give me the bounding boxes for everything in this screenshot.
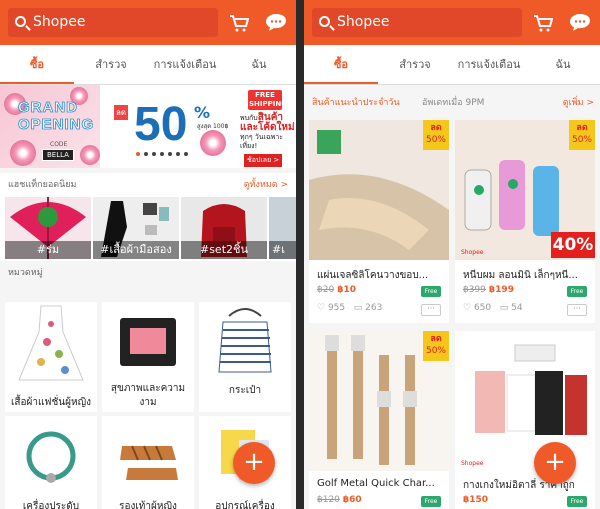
sale-tag: ลด [114,105,129,120]
tab-notifications[interactable]: การแจ้งเตือน [452,45,526,84]
more-options-button[interactable]: ··· [421,304,441,316]
search-icon [319,16,330,27]
product-image: ลด 50% 40% Shopee [455,120,595,260]
tab-explore[interactable]: สำรวจ [378,45,452,84]
shop-label: Shopee [461,460,484,467]
hashtag-card[interactable]: #ร่ม [5,197,91,259]
more-options-button[interactable]: ··· [567,304,587,316]
trending-title: แฮชแท็กยอดนิยม [8,180,77,190]
brand-label: BELLA [42,149,74,161]
tab-me[interactable]: ฉัน [526,45,600,84]
free-shipping-icon: Free [567,496,587,507]
shop-label: Shopee [461,249,484,256]
banner-text: พบกับสินค้า และโค้ดใหม่ ทุกๆ วันเฉพาะเที่ย… [240,112,295,151]
home-screen: Shopee ซื้อ สำรวจ การแจ้งเตือน ฉัน GRAND… [0,0,296,509]
category-card[interactable]: เสื้อผ้าแฟชั่นผู้หญิง [5,302,97,412]
product-card[interactable]: ลด 50% 40% Shopee หนีบผม ลอนมินิ เล็กๆหนี… [455,120,595,323]
comment-icon: ▭ [499,303,509,313]
product-card[interactable]: Shopee กางเกงใหม่อิตาลี่ ราคาถูก ฿150 Fr… [455,331,595,509]
sale-sticker: 40% [551,232,595,258]
cart-icon[interactable] [533,14,553,32]
hashtag-row: #ร่ม #เสื้อผ้ามือสอง #set2ชิ้น #เ [0,195,296,261]
comment-icon: ▭ [353,303,363,313]
free-shipping-icon: Free [567,286,587,297]
tab-explore[interactable]: สำรวจ [74,45,148,84]
recommend-header: สินค้าแนะนำประจำวัน อัพเดทเมื่อ 9PM ดูเพ… [304,85,600,113]
product-price: ฿150 [463,495,489,505]
category-card[interactable]: สุขภาพและความงาม [102,302,194,412]
update-time: อัพเดทเมื่อ 9PM [422,98,485,108]
heart-icon: ♡ [463,303,472,313]
top-bar: Shopee [0,0,296,45]
promo-banner[interactable]: GRAND OPENING ลด 50 % สูงสุด 100฿ CODE BE… [0,85,296,168]
categories-header: หมวดหมู่ [0,261,296,283]
percent-sign: % [194,103,211,122]
cart-icon[interactable] [229,14,249,32]
search-placeholder: Shopee [337,14,390,30]
search-bar[interactable]: Shopee [312,8,522,37]
product-image: ลด 50% [309,120,449,260]
discount-badge: ลด 50% [423,120,449,150]
product-stats: ♡ 650 ▭ 54 [463,303,523,313]
tab-buy[interactable]: ซื้อ [304,45,378,84]
category-card[interactable]: กระเป๋า [199,302,291,412]
see-more-link[interactable]: ดูเพิ่ม > [563,95,594,109]
add-fab-button[interactable]: + [534,442,576,484]
product-price: ฿120 ฿60 [317,495,362,505]
upto-text: สูงสุด 100฿ [197,123,229,130]
product-title: แผ่นเจลซิลิโคนวางขอบ... [317,270,429,281]
add-fab-button[interactable]: + [233,442,275,484]
chat-icon[interactable] [569,13,591,32]
free-shipping-icon: Free [421,496,441,507]
category-card[interactable]: เครื่องประดับ [5,416,97,509]
discount-number: 50 [134,98,188,151]
chat-icon[interactable] [265,13,287,32]
discount-badge: ลด 50% [569,120,595,150]
trending-header: แฮชแท็กยอดนิยม ดูทั้งหมด > [0,173,296,195]
search-bar[interactable]: Shopee [8,8,218,37]
product-image: Shopee [455,331,595,471]
carousel-dots[interactable] [136,152,192,156]
code-label: CODE [50,141,68,148]
product-image: ลด 50% [309,331,449,471]
categories-title: หมวดหมู่ [8,268,43,278]
product-title: หนีบผม ลอนมินิ เล็กๆหนี... [463,270,578,281]
hashtag-card[interactable]: #เ [269,197,296,259]
tab-buy[interactable]: ซื้อ [0,45,74,84]
free-shipping-badge: FREE SHIPPING! [248,90,291,110]
top-bar: Shopee [304,0,600,45]
tab-bar: ซื้อ สำรวจ การแจ้งเตือน ฉัน [304,45,600,85]
see-all-link[interactable]: ดูทั้งหมด > [244,177,288,191]
hashtag-card[interactable]: #set2ชิ้น [181,197,267,259]
recommend-title: สินค้าแนะนำประจำวัน [312,98,400,108]
product-title: Golf Metal Quick Char... [317,478,435,489]
tab-bar: ซื้อ สำรวจ การแจ้งเตือน ฉัน [0,45,296,85]
heart-icon: ♡ [317,303,326,313]
product-title: กางเกงใหม่อิตาลี่ ราคาถูก [463,480,575,491]
search-icon [15,16,26,27]
product-stats: ♡ 955 ▭ 263 [317,303,383,313]
category-card[interactable]: รองเท้าผู้หญิง [102,416,194,509]
recommendations-screen: Shopee ซื้อ สำรวจ การแจ้งเตือน ฉัน สินค้… [304,0,600,509]
product-price: ฿399 ฿199 [463,285,514,295]
shop-now-button[interactable]: ช้อปเลย > [244,154,283,167]
product-card[interactable]: ลด 50% Golf Metal Quick Char... ฿120 ฿60 F… [309,331,449,509]
search-placeholder: Shopee [33,14,86,30]
discount-badge: ลด 50% [423,331,449,361]
product-price: ฿20 ฿10 [317,285,356,295]
product-card[interactable]: ลด 50% แผ่นเจลซิลิโคนวางขอบ... ฿20 ฿10 Fre… [309,120,449,323]
free-shipping-icon: Free [421,286,441,297]
banner-grand-opening: GRAND OPENING [18,99,95,134]
tab-me[interactable]: ฉัน [222,45,296,84]
tab-notifications[interactable]: การแจ้งเตือน [148,45,222,84]
hashtag-card[interactable]: #เสื้อผ้ามือสอง [93,197,179,259]
